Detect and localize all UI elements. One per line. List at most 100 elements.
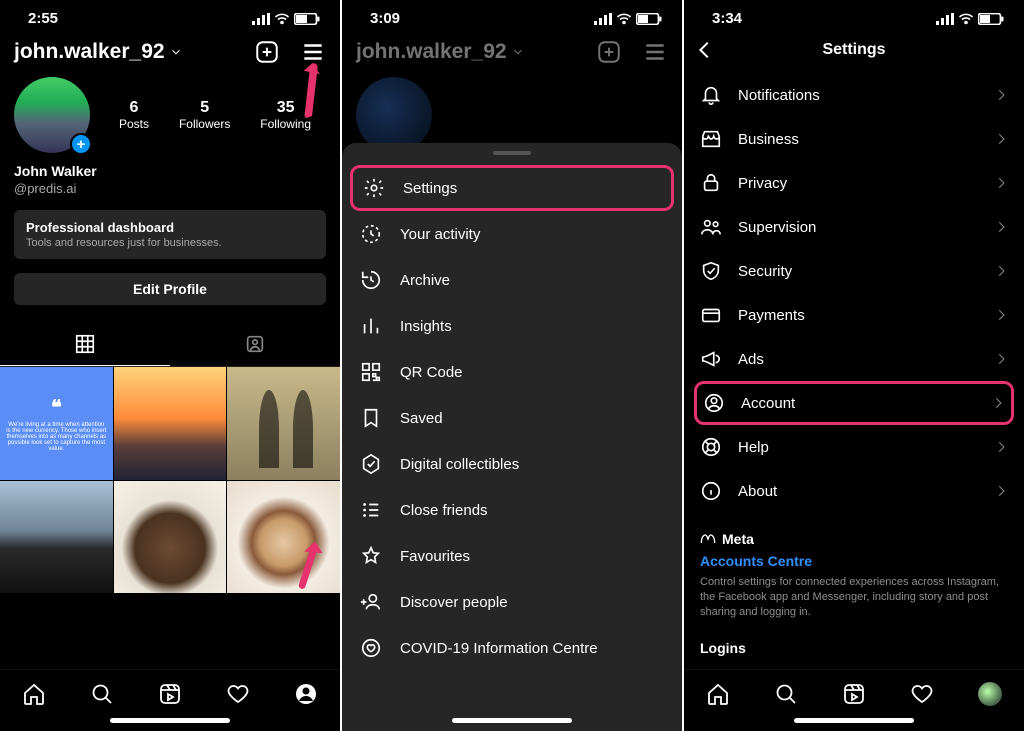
page-title: Settings (822, 41, 885, 59)
professional-dashboard-card[interactable]: Professional dashboard Tools and resourc… (14, 210, 326, 259)
shield-icon (700, 260, 722, 282)
heart-icon[interactable] (226, 682, 250, 706)
stat-posts[interactable]: 6Posts (119, 99, 149, 131)
lifebuoy-icon (700, 436, 722, 458)
username-dropdown: john.walker_92 (356, 40, 525, 64)
menu-item-saved[interactable]: Saved (342, 395, 682, 441)
accounts-centre-link[interactable]: Accounts Centre (700, 553, 1008, 569)
dimmed-avatar (356, 77, 432, 153)
username-dropdown[interactable]: john.walker_92 (14, 40, 183, 64)
home-icon[interactable] (22, 682, 46, 706)
hamburger-menu-icon[interactable] (300, 39, 326, 65)
hamburger-menu-icon (642, 39, 668, 65)
chevron-right-icon (994, 484, 1008, 498)
activity-icon (360, 223, 382, 245)
chevron-right-icon (994, 132, 1008, 146)
search-icon[interactable] (90, 682, 114, 706)
menu-item-discover[interactable]: Discover people (342, 579, 682, 625)
pro-dash-title: Professional dashboard (26, 220, 314, 235)
menu-item-settings[interactable]: Settings (350, 165, 674, 211)
pro-dash-subtitle: Tools and resources just for businesses. (26, 237, 314, 249)
settings-item-account[interactable]: Account (694, 381, 1014, 425)
settings-item-security[interactable]: Security (684, 249, 1024, 293)
home-indicator[interactable] (452, 718, 572, 723)
settings-label: About (738, 483, 777, 500)
menu-item-insights[interactable]: Insights (342, 303, 682, 349)
post-thumbnail[interactable] (0, 481, 113, 594)
post-thumbnail[interactable] (114, 481, 227, 594)
megaphone-icon (700, 348, 722, 370)
settings-item-privacy[interactable]: Privacy (684, 161, 1024, 205)
menu-label: Insights (400, 318, 452, 335)
profile-icon[interactable] (294, 682, 318, 706)
add-person-icon (360, 591, 382, 613)
settings-item-payments[interactable]: Payments (684, 293, 1024, 337)
post-thumbnail[interactable]: ❝We're living at a time when attention i… (0, 367, 113, 480)
settings-item-help[interactable]: Help (684, 425, 1024, 469)
people-icon (700, 216, 722, 238)
meta-icon (700, 533, 716, 545)
bottom-nav (684, 669, 1024, 712)
info-icon (700, 480, 722, 502)
signal-icon (936, 13, 954, 25)
settings-label: Account (741, 395, 795, 412)
menu-item-qr[interactable]: QR Code (342, 349, 682, 395)
menu-item-close-friends[interactable]: Close friends (342, 487, 682, 533)
bottom-nav (0, 669, 340, 712)
settings-label: Security (738, 263, 792, 280)
menu-item-favourites[interactable]: Favourites (342, 533, 682, 579)
heart-icon[interactable] (910, 682, 934, 706)
hexagon-check-icon (360, 453, 382, 475)
create-post-icon[interactable] (254, 39, 280, 65)
sheet-handle[interactable] (493, 151, 531, 155)
phone-screen-profile: 2:55 john.walker_92 + 6Posts 5Followers … (0, 0, 340, 731)
post-thumbnail[interactable] (227, 481, 340, 594)
qr-icon (360, 361, 382, 383)
post-thumbnail[interactable] (227, 367, 340, 480)
bottom-sheet: Settings Your activity Archive Insights … (342, 143, 682, 731)
add-story-icon[interactable]: + (70, 133, 92, 155)
settings-item-ads[interactable]: Ads (684, 337, 1024, 381)
dimmed-profile-header: john.walker_92 (342, 31, 682, 73)
settings-item-business[interactable]: Business (684, 117, 1024, 161)
settings-item-supervision[interactable]: Supervision (684, 205, 1024, 249)
meta-description: Control settings for connected experienc… (700, 575, 1008, 620)
meta-logo: Meta (700, 531, 1008, 547)
home-indicator[interactable] (794, 718, 914, 723)
star-icon (360, 545, 382, 567)
menu-label: Settings (403, 180, 457, 197)
list-icon (360, 499, 382, 521)
profile-stats-row: + 6Posts 5Followers 35Following (0, 73, 340, 157)
tab-grid[interactable] (0, 323, 170, 366)
search-icon[interactable] (774, 682, 798, 706)
bell-icon (700, 84, 722, 106)
menu-item-collectibles[interactable]: Digital collectibles (342, 441, 682, 487)
post-thumbnail[interactable] (114, 367, 227, 480)
settings-item-notifications[interactable]: Notifications (684, 73, 1024, 117)
settings-label: Payments (738, 307, 805, 324)
menu-label: Saved (400, 410, 443, 427)
home-indicator[interactable] (110, 718, 230, 723)
tab-tagged[interactable] (170, 323, 340, 366)
menu-item-activity[interactable]: Your activity (342, 211, 682, 257)
settings-item-about[interactable]: About (684, 469, 1024, 513)
status-time: 3:09 (370, 10, 400, 27)
menu-label: Discover people (400, 594, 508, 611)
menu-item-covid[interactable]: COVID-19 Information Centre (342, 625, 682, 671)
status-icons (252, 13, 320, 25)
back-chevron-icon[interactable] (694, 39, 716, 61)
edit-profile-button[interactable]: Edit Profile (14, 273, 326, 305)
stat-followers[interactable]: 5Followers (179, 99, 230, 131)
reels-icon[interactable] (842, 682, 866, 706)
settings-label: Help (738, 439, 769, 456)
card-icon (700, 304, 722, 326)
reels-icon[interactable] (158, 682, 182, 706)
phone-screen-menu-sheet: 3:09 john.walker_92 Settings (342, 0, 682, 731)
chevron-right-icon (994, 88, 1008, 102)
username-text: john.walker_92 (14, 40, 165, 64)
stat-following[interactable]: 35Following (260, 99, 311, 131)
menu-item-archive[interactable]: Archive (342, 257, 682, 303)
home-icon[interactable] (706, 682, 730, 706)
profile-avatar[interactable]: + (14, 77, 90, 153)
profile-avatar-nav[interactable] (978, 682, 1002, 706)
